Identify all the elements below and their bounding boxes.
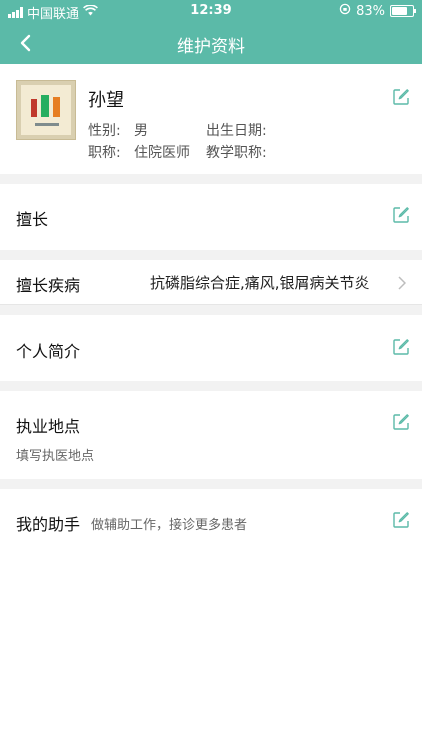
- status-bar: 中国联通 12:39 83%: [0, 0, 422, 22]
- nav-bar: 维护资料: [0, 22, 422, 64]
- section-gap: [0, 479, 422, 489]
- gender-label: 性别:: [88, 123, 121, 139]
- teaching-label: 教学职称:: [206, 145, 267, 161]
- title-label: 职称:: [88, 145, 121, 161]
- bio-row[interactable]: 个人简介: [0, 315, 422, 381]
- edit-icon: [393, 339, 409, 355]
- battery-percent: 83%: [356, 3, 385, 19]
- edit-specialty-button[interactable]: [392, 206, 410, 224]
- section-gap: [0, 305, 422, 315]
- edit-icon: [393, 207, 409, 223]
- status-right: 83%: [339, 3, 416, 19]
- edit-assistant-button[interactable]: [392, 511, 410, 529]
- app-header: 中国联通 12:39 83% 维护资料: [0, 0, 422, 64]
- doctor-name: 孙望: [88, 90, 124, 111]
- disease-value: 抗磷脂综合症,痛风,银屑病关节炎: [150, 274, 370, 292]
- page-title: 维护资料: [177, 37, 245, 57]
- section-gap: [0, 174, 422, 184]
- profile-card: 孙望 性别: 男 出生日期: 职称: 住院医师 教学职称:: [0, 64, 422, 174]
- disease-row[interactable]: 擅长疾病 抗磷脂综合症,痛风,银屑病关节炎: [0, 260, 422, 304]
- specialty-label: 擅长: [16, 210, 49, 229]
- chevron-right-icon: [398, 275, 407, 294]
- edit-bio-button[interactable]: [392, 338, 410, 356]
- title-value: 住院医师: [134, 145, 190, 161]
- practice-placeholder: 填写执医地点: [16, 449, 95, 464]
- birth-label: 出生日期:: [206, 123, 267, 139]
- edit-profile-button[interactable]: [392, 88, 410, 106]
- section-gap: [0, 381, 422, 391]
- assistant-desc: 做辅助工作，接诊更多患者: [91, 518, 248, 533]
- edit-icon: [393, 89, 409, 105]
- avatar[interactable]: [16, 80, 76, 140]
- assistant-label: 我的助手: [16, 515, 81, 534]
- practice-row[interactable]: 执业地点 填写执医地点: [0, 391, 422, 479]
- section-gap: [0, 250, 422, 260]
- edit-practice-button[interactable]: [392, 413, 410, 431]
- gender-value: 男: [134, 123, 148, 139]
- battery-icon: [390, 5, 416, 17]
- disease-label: 擅长疾病: [16, 276, 81, 295]
- assistant-row[interactable]: 我的助手 做辅助工作，接诊更多患者: [0, 489, 422, 555]
- practice-label: 执业地点: [16, 417, 81, 436]
- edit-icon: [393, 414, 409, 430]
- bio-label: 个人简介: [16, 342, 81, 361]
- specialty-row[interactable]: 擅长: [0, 184, 422, 250]
- edit-icon: [393, 512, 409, 528]
- rotation-lock-icon: [339, 3, 351, 19]
